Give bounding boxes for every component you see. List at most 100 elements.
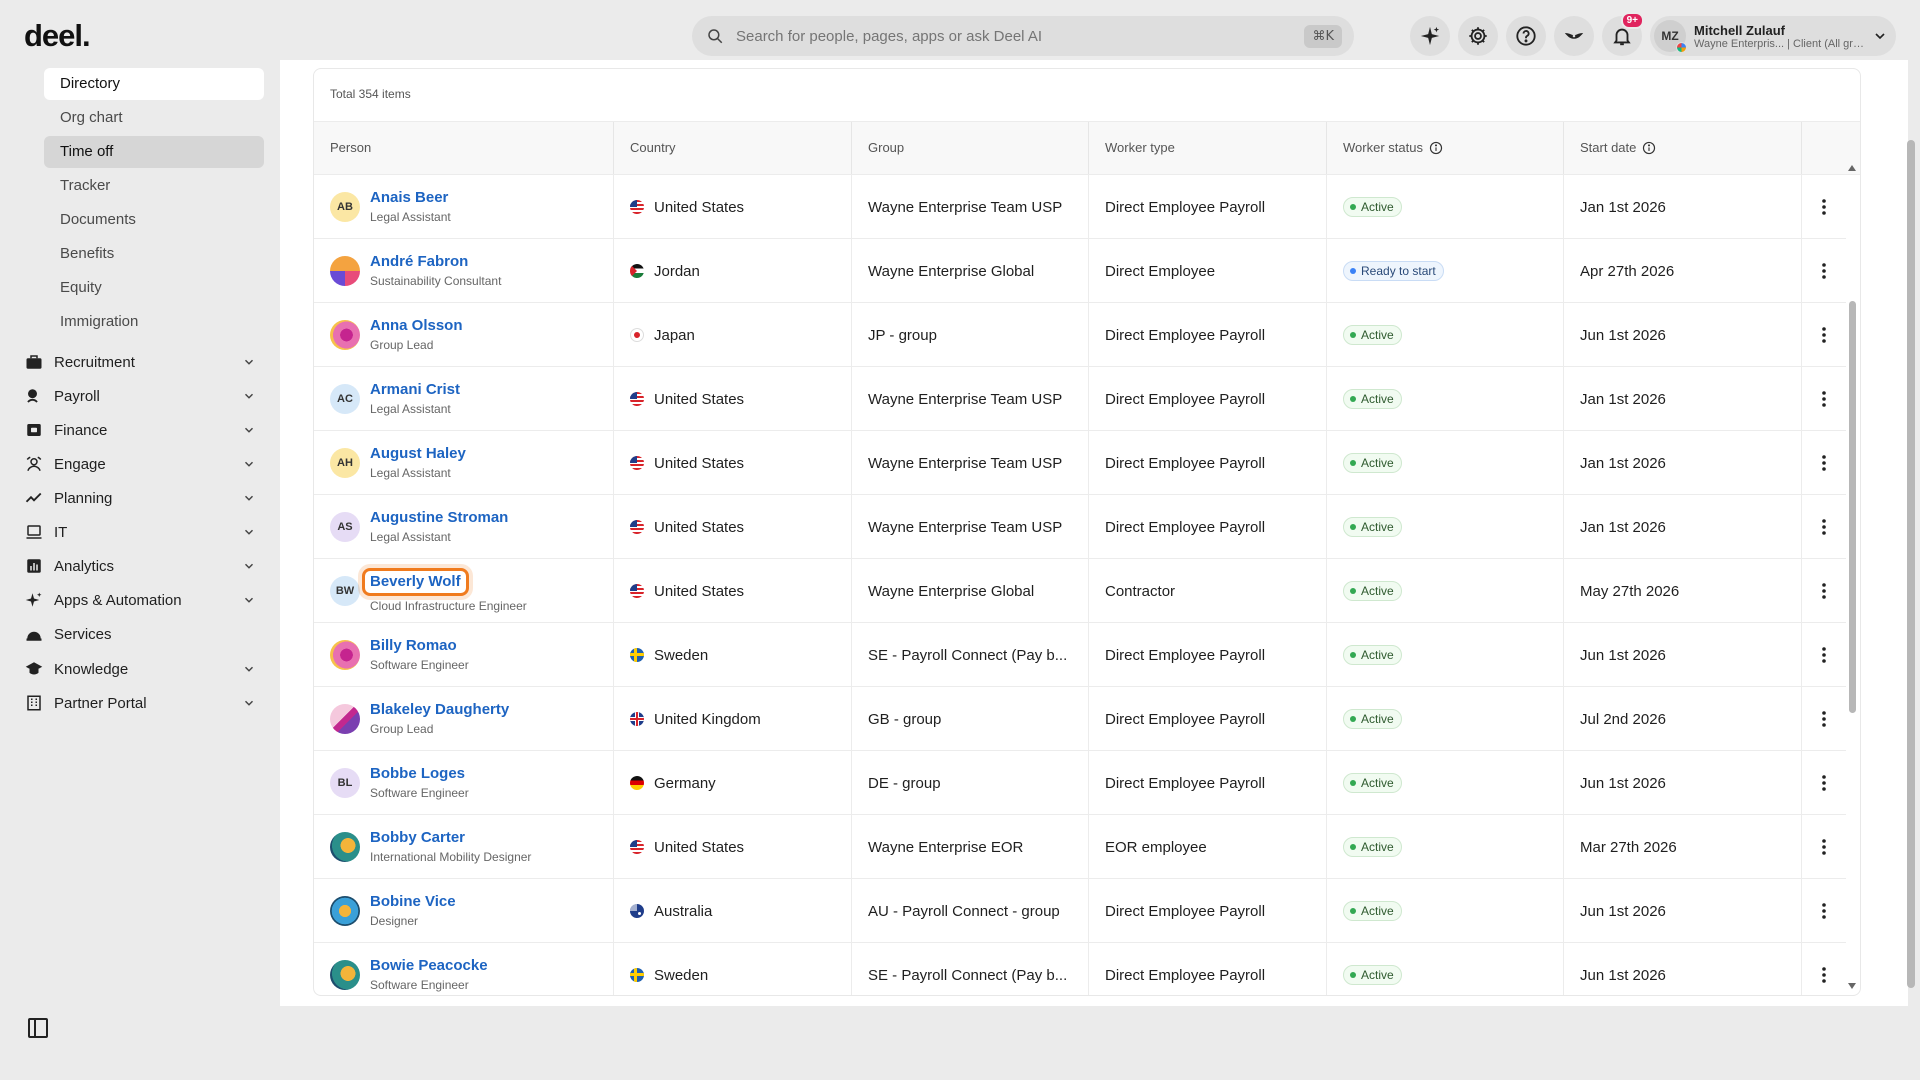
sidebar-item-services[interactable]: Services — [24, 618, 256, 650]
user-menu[interactable]: MZ Mitchell Zulauf Wayne Enterpris... | … — [1650, 16, 1896, 56]
more-actions-icon[interactable] — [1814, 197, 1834, 217]
sidebar-item-payroll[interactable]: Payroll — [24, 380, 256, 412]
settings-button[interactable] — [1458, 16, 1498, 56]
table-row[interactable]: BL Bobbe Loges Software Engineer Germany DE … — [314, 751, 1846, 815]
help-icon — [1516, 26, 1536, 46]
more-actions-icon[interactable] — [1814, 837, 1834, 857]
person-name-link[interactable]: Bobbe Loges — [370, 765, 465, 782]
column-header-worker-status[interactable]: Worker status — [1327, 122, 1564, 174]
table-row[interactable]: AS Augustine Stroman Legal Assistant United… — [314, 495, 1846, 559]
status-dot — [1350, 652, 1356, 658]
table-scrollbar[interactable] — [1844, 161, 1860, 995]
sidebar-item-documents[interactable]: Documents — [44, 204, 264, 236]
person-name-link[interactable]: Augustine Stroman — [370, 509, 508, 526]
page-scrollbar-thumb[interactable] — [1907, 140, 1915, 988]
person-name-link[interactable]: Anna Olsson — [370, 317, 463, 334]
cell-actions — [1802, 751, 1846, 815]
table-row[interactable]: AH August Haley Legal Assistant United Stat… — [314, 431, 1846, 495]
table-row[interactable]: André Fabron Sustainability Consultant Jor… — [314, 239, 1846, 303]
more-actions-icon[interactable] — [1814, 965, 1834, 985]
cell-worker-type: Direct Employee Payroll — [1089, 687, 1327, 751]
sidebar-item-it[interactable]: IT — [24, 516, 256, 548]
sidebar-item-label: Partner Portal — [54, 694, 147, 712]
table-row[interactable]: Bobby Carter International Mobility Desig… — [314, 815, 1846, 879]
cell-country: Germany — [614, 751, 852, 815]
person-name-link[interactable]: Anais Beer — [370, 189, 448, 206]
table-row[interactable]: Billy Romao Software Engineer Sweden SE - P… — [314, 623, 1846, 687]
scroll-up-icon[interactable] — [1848, 165, 1856, 171]
table-row[interactable]: Bowie Peacocke Software Engineer Sweden SE … — [314, 943, 1846, 995]
scroll-down-icon[interactable] — [1848, 983, 1856, 989]
sidebar-item-equity[interactable]: Equity — [44, 272, 264, 304]
person-name-link[interactable]: Blakeley Daugherty — [370, 701, 509, 718]
whats-new-button[interactable] — [1554, 16, 1594, 56]
sidebar-item-analytics[interactable]: Analytics — [24, 550, 256, 582]
more-actions-icon[interactable] — [1814, 389, 1834, 409]
column-header-worker-type[interactable]: Worker type — [1089, 122, 1327, 174]
column-header-start-date[interactable]: Start date — [1564, 122, 1802, 174]
top-bar: deel. ⌘K 9+ MZ Mitchell Zulauf Wayne Ent… — [0, 0, 1920, 60]
cell-actions — [1802, 687, 1846, 751]
deel-logo[interactable]: deel. — [24, 18, 91, 54]
avatar: AH — [330, 448, 360, 478]
more-actions-icon[interactable] — [1814, 773, 1834, 793]
more-actions-icon[interactable] — [1814, 453, 1834, 473]
more-actions-icon[interactable] — [1814, 901, 1834, 921]
person-name-link[interactable]: Armani Crist — [370, 381, 460, 398]
global-search[interactable]: ⌘K — [692, 16, 1354, 56]
focus-highlight: Beverly Wolf — [362, 568, 469, 596]
person-name-link[interactable]: August Haley — [370, 445, 466, 462]
sidebar-item-directory[interactable]: Directory — [44, 68, 264, 100]
more-actions-icon[interactable] — [1814, 645, 1834, 665]
status-badge: Active — [1343, 965, 1402, 985]
notifications-button[interactable]: 9+ — [1602, 12, 1644, 56]
person-name-link[interactable]: André Fabron — [370, 253, 468, 270]
table-row[interactable]: Blakeley Daugherty Group Lead United Kingd… — [314, 687, 1846, 751]
more-actions-icon[interactable] — [1814, 517, 1834, 537]
column-header-group[interactable]: Group — [852, 122, 1089, 174]
sidebar-item-partner-portal[interactable]: Partner Portal — [24, 687, 256, 719]
more-actions-icon[interactable] — [1814, 325, 1834, 345]
sidebar-item-planning[interactable]: Planning — [24, 482, 256, 514]
more-actions-icon[interactable] — [1814, 581, 1834, 601]
person-title: Legal Assistant — [370, 530, 451, 544]
search-input[interactable] — [736, 27, 1305, 45]
more-actions-icon[interactable] — [1814, 709, 1834, 729]
table-row[interactable]: Bobine Vice Designer Australia AU - Payroll… — [314, 879, 1846, 943]
person-name-link[interactable]: Bobine Vice — [370, 893, 456, 910]
sidebar-item-recruitment[interactable]: Recruitment — [24, 346, 256, 378]
person-name-link[interactable]: Beverly Wolf — [370, 573, 461, 590]
sidebar-item-org-chart[interactable]: Org chart — [44, 102, 264, 134]
cell-group: SE - Payroll Connect (Pay b... — [852, 623, 1089, 687]
sidebar-item-engage[interactable]: Engage — [24, 448, 256, 480]
person-name-link[interactable]: Bobby Carter — [370, 829, 465, 846]
cell-country: United States — [614, 815, 852, 879]
info-icon[interactable] — [1429, 141, 1443, 155]
help-button[interactable] — [1506, 16, 1546, 56]
column-header-person[interactable]: Person — [314, 122, 614, 174]
sidebar-item-tracker[interactable]: Tracker — [44, 170, 264, 202]
sidebar-item-finance[interactable]: Finance — [24, 414, 256, 446]
table-row[interactable]: Anna Olsson Group Lead Japan JP - group Dire… — [314, 303, 1846, 367]
person-name-link[interactable]: Billy Romao — [370, 637, 457, 654]
sidebar-item-time-off[interactable]: Time off — [44, 136, 264, 168]
sidebar-item-immigration[interactable]: Immigration — [44, 306, 264, 338]
table-row[interactable]: AC Armani Crist Legal Assistant United Stat… — [314, 367, 1846, 431]
sidebar-item-benefits[interactable]: Benefits — [44, 238, 264, 270]
collapse-sidebar-icon[interactable] — [26, 1016, 50, 1040]
table-scrollbar-thumb[interactable] — [1849, 301, 1856, 713]
more-actions-icon[interactable] — [1814, 261, 1834, 281]
table-row[interactable]: AB Anais Beer Legal Assistant United States… — [314, 175, 1846, 239]
sidebar-item-knowledge[interactable]: Knowledge — [24, 653, 256, 685]
status-dot — [1350, 460, 1356, 466]
column-header-country[interactable]: Country — [614, 122, 852, 174]
person-name-link[interactable]: Bowie Peacocke — [370, 957, 488, 974]
worker-type: Direct Employee Payroll — [1105, 518, 1266, 536]
deel-ai-button[interactable] — [1410, 16, 1450, 56]
status-dot — [1350, 204, 1356, 210]
sidebar-item-apps-automation[interactable]: Apps & Automation — [24, 584, 256, 616]
cell-person: Billy Romao Software Engineer — [314, 623, 614, 687]
info-icon[interactable] — [1642, 141, 1656, 155]
table-row[interactable]: BW Beverly Wolf Cloud Infrastructure Engin… — [314, 559, 1846, 623]
status-label: Active — [1361, 904, 1394, 918]
